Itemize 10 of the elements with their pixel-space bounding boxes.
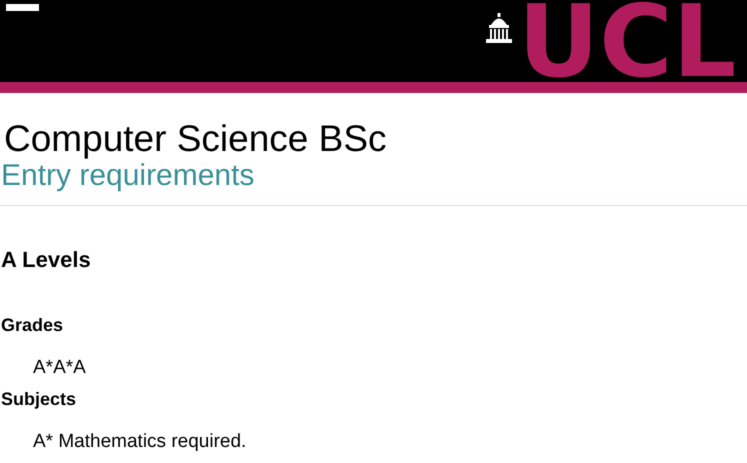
field-value: A* Mathematics required. — [33, 431, 246, 453]
menu-icon[interactable] — [6, 4, 39, 11]
page-subtitle: Entry requirements — [1, 159, 256, 193]
field-value: A*A*A — [33, 357, 86, 379]
page-title: Computer Science BSc — [4, 119, 388, 159]
logo[interactable]: UCL — [518, 2, 736, 82]
section-heading: A Levels — [1, 246, 92, 274]
field-label: Subjects — [1, 388, 76, 410]
building-icon — [485, 13, 513, 45]
field-label: Grades — [1, 314, 64, 336]
